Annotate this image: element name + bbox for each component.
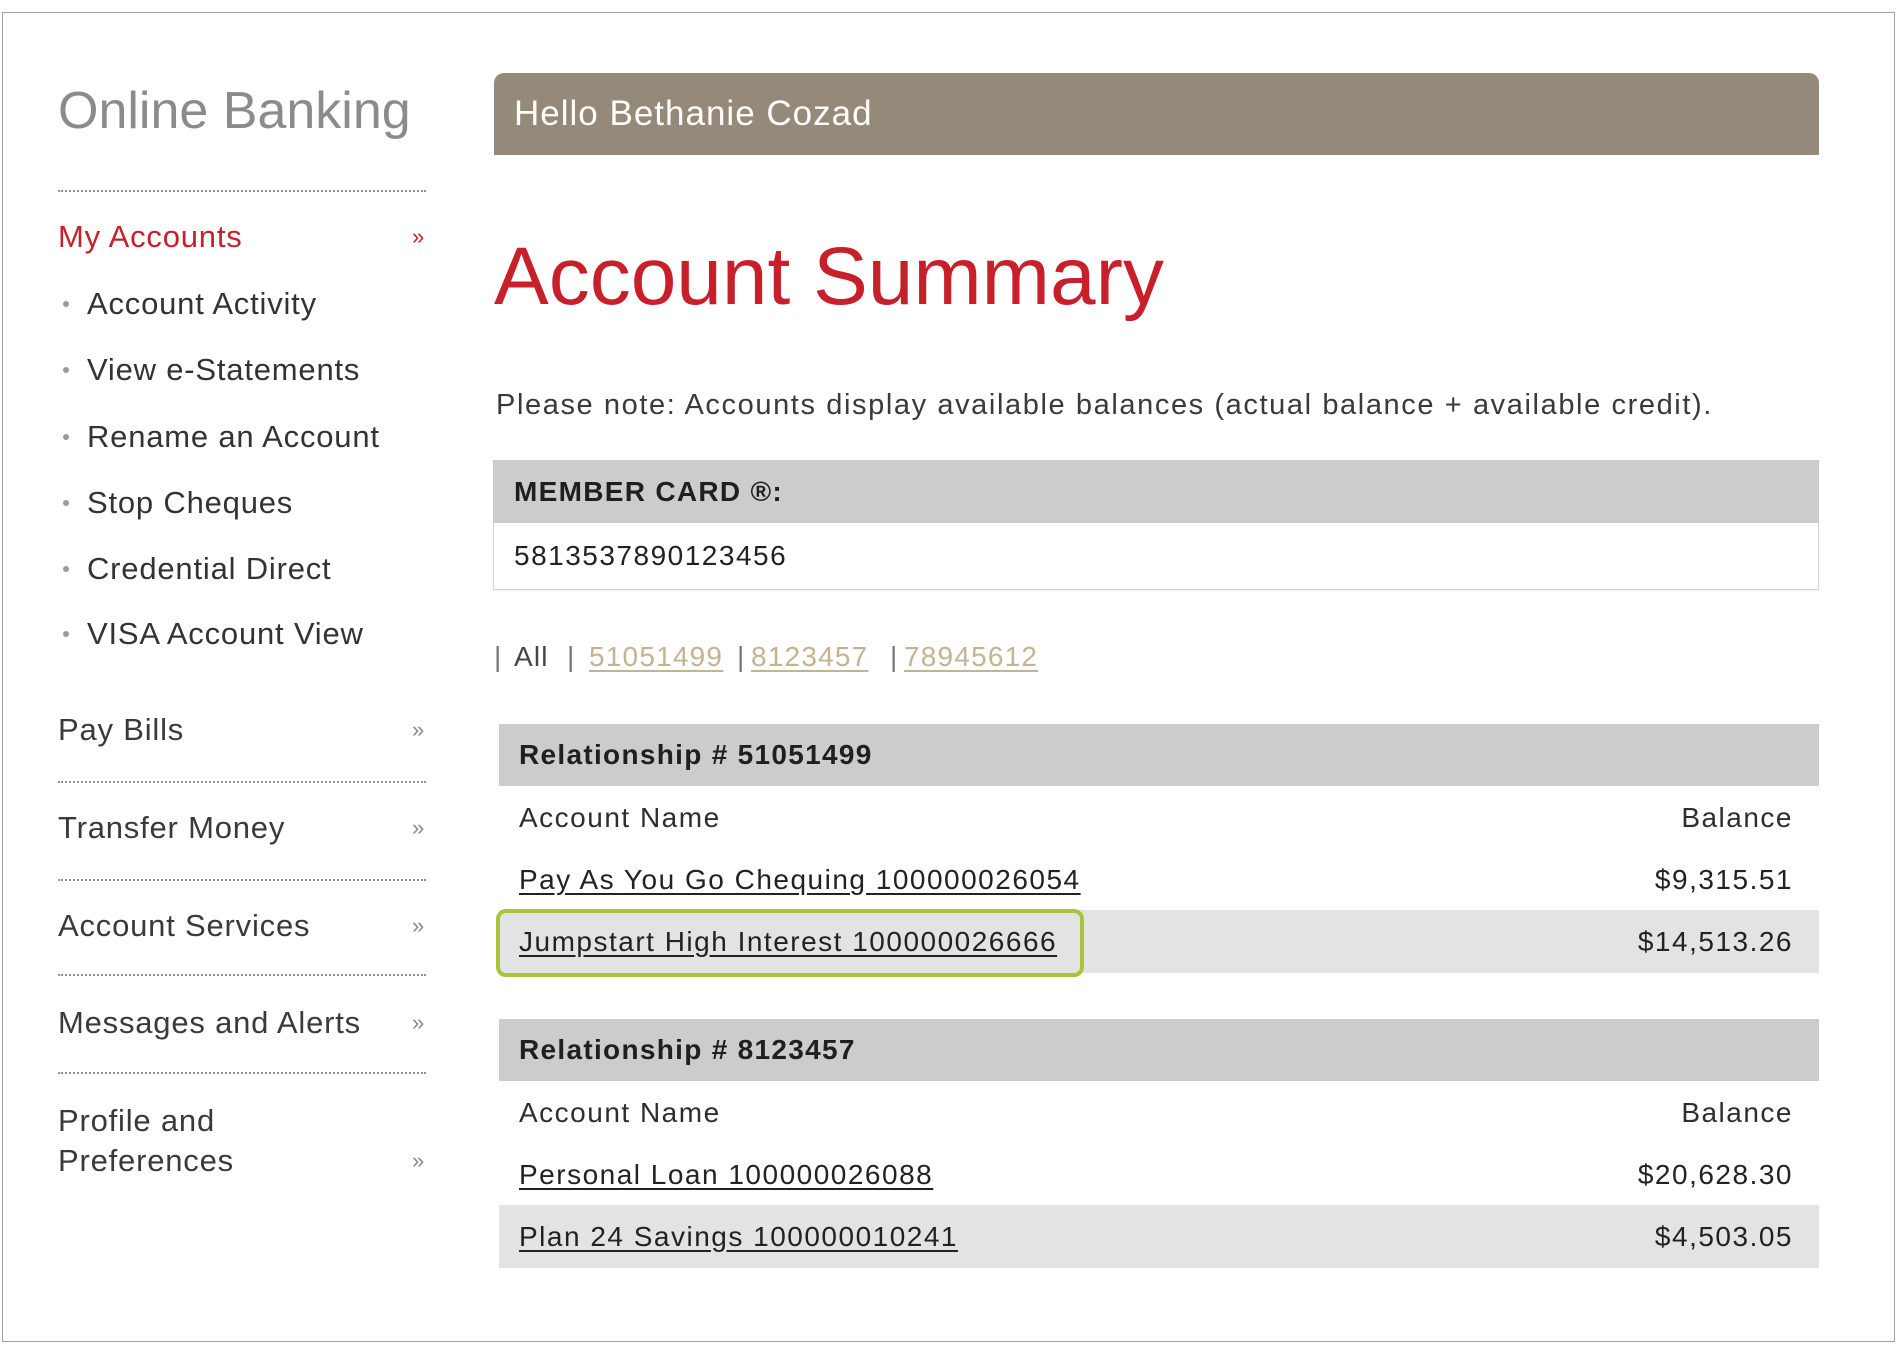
bullet-icon: [63, 499, 69, 506]
column-header-account-name: Account Name: [519, 1097, 721, 1128]
bullet-icon: [63, 300, 69, 307]
account-balance: $9,315.51: [1654, 864, 1793, 895]
nav-sub-label: Rename an Account: [87, 419, 380, 454]
nav-messages-alerts-label: Messages and Alerts: [58, 1005, 361, 1040]
table-header-row: Account Name Balance: [499, 1081, 1819, 1145]
chevron-double-right-icon: »: [412, 913, 425, 938]
nav-profile-label-line1: Profile and: [58, 1103, 216, 1138]
relationship-filter: | All | 51051499 | 8123457 | 78945612: [494, 637, 1094, 677]
nav-sub-credential-direct[interactable]: Credential Direct: [63, 549, 331, 589]
account-balance: $14,513.26: [1637, 925, 1793, 957]
bullet-icon: [63, 433, 69, 440]
bullet-icon: [63, 630, 69, 637]
greeting-bar: Hello Bethanie Cozad: [494, 73, 1819, 155]
highlight-box: [496, 909, 1084, 977]
member-card-label: MEMBER CARD ®:: [493, 460, 1819, 523]
account-link[interactable]: Pay As You Go Chequing 100000026054: [519, 864, 1081, 896]
account-balance: $4,503.05: [1654, 1220, 1793, 1252]
nav-pay-bills-label: Pay Bills: [58, 712, 185, 747]
chevron-double-right-icon: »: [412, 1010, 425, 1035]
chevron-double-right-icon: »: [412, 717, 425, 742]
brand-title: Online Banking: [58, 82, 411, 140]
nav-pay-bills[interactable]: Pay Bills »: [58, 710, 426, 750]
relationship-title: Relationship # 51051499: [499, 724, 1819, 786]
nav-my-accounts[interactable]: My Accounts »: [58, 217, 426, 257]
nav-sub-stop-cheques[interactable]: Stop Cheques: [63, 483, 293, 523]
nav-transfer-money-label: Transfer Money: [58, 810, 286, 845]
relationship-table: Relationship # 8123457 Account Name Bala…: [499, 1019, 1819, 1268]
filter-separator: |: [890, 641, 899, 672]
account-link[interactable]: Personal Loan 100000026088: [519, 1159, 933, 1191]
filter-all[interactable]: All: [514, 637, 549, 677]
chevron-double-right-icon: »: [412, 1148, 425, 1173]
member-card-number: 5813537890123456: [493, 523, 1819, 590]
nav-sub-label: VISA Account View: [87, 616, 364, 651]
nav-my-accounts-label: My Accounts: [58, 219, 243, 254]
nav-sub-label: View e-Statements: [87, 352, 361, 387]
account-balance: $20,628.30: [1637, 1159, 1793, 1190]
nav-account-services-label: Account Services: [58, 908, 311, 943]
nav-divider: [58, 781, 426, 783]
nav-messages-alerts[interactable]: Messages and Alerts »: [58, 1003, 426, 1043]
nav-sub-view-e-statements[interactable]: View e-Statements: [63, 350, 360, 390]
nav-sub-account-activity[interactable]: Account Activity: [63, 284, 317, 324]
chevron-double-right-icon: »: [412, 815, 425, 840]
member-card-panel: MEMBER CARD ®: 5813537890123456: [493, 460, 1819, 590]
greeting-text: Hello Bethanie Cozad: [514, 94, 873, 133]
nav-sub-label: Account Activity: [87, 286, 317, 321]
chevron-double-right-icon: »: [412, 224, 425, 249]
nav-sub-rename-account[interactable]: Rename an Account: [63, 417, 380, 457]
nav-divider: [58, 1072, 426, 1074]
bullet-icon: [63, 366, 69, 373]
nav-profile-label-line2: Preferences: [58, 1143, 234, 1178]
nav-sub-label: Credential Direct: [87, 551, 332, 586]
nav-sub-label: Stop Cheques: [87, 485, 294, 520]
filter-link-78945612[interactable]: 78945612: [904, 637, 1038, 677]
nav-divider: [58, 974, 426, 976]
relationship-title: Relationship # 8123457: [499, 1019, 1819, 1081]
table-header-row: Account Name Balance: [499, 786, 1819, 850]
column-header-balance: Balance: [1681, 802, 1793, 833]
account-row: Plan 24 Savings 100000010241 $4,503.05: [499, 1205, 1819, 1268]
column-header-balance: Balance: [1681, 1097, 1793, 1128]
nav-profile-preferences[interactable]: Profile and Preferences »: [58, 1101, 426, 1181]
filter-separator: |: [494, 641, 503, 672]
nav-sub-visa-account-view[interactable]: VISA Account View: [63, 614, 364, 654]
account-link[interactable]: Plan 24 Savings 100000010241: [519, 1221, 958, 1253]
balance-note: Please note: Accounts display available …: [496, 389, 1713, 421]
nav-transfer-money[interactable]: Transfer Money »: [58, 808, 426, 848]
page-title: Account Summary: [494, 231, 1164, 322]
main-content: Hello Bethanie Cozad Account Summary Ple…: [480, 0, 1880, 1345]
nav-account-services[interactable]: Account Services »: [58, 906, 426, 946]
nav-divider: [58, 879, 426, 881]
filter-link-8123457[interactable]: 8123457: [751, 637, 868, 677]
account-row: Pay As You Go Chequing 100000026054 $9,3…: [499, 850, 1819, 910]
nav-divider: [58, 190, 426, 192]
filter-separator: |: [567, 641, 576, 672]
filter-separator: |: [737, 641, 746, 672]
filter-link-51051499[interactable]: 51051499: [589, 637, 723, 677]
account-row: Personal Loan 100000026088 $20,628.30: [499, 1145, 1819, 1205]
bullet-icon: [63, 565, 69, 572]
column-header-account-name: Account Name: [519, 802, 721, 833]
sidebar: Online Banking My Accounts » Account Act…: [0, 0, 470, 1345]
